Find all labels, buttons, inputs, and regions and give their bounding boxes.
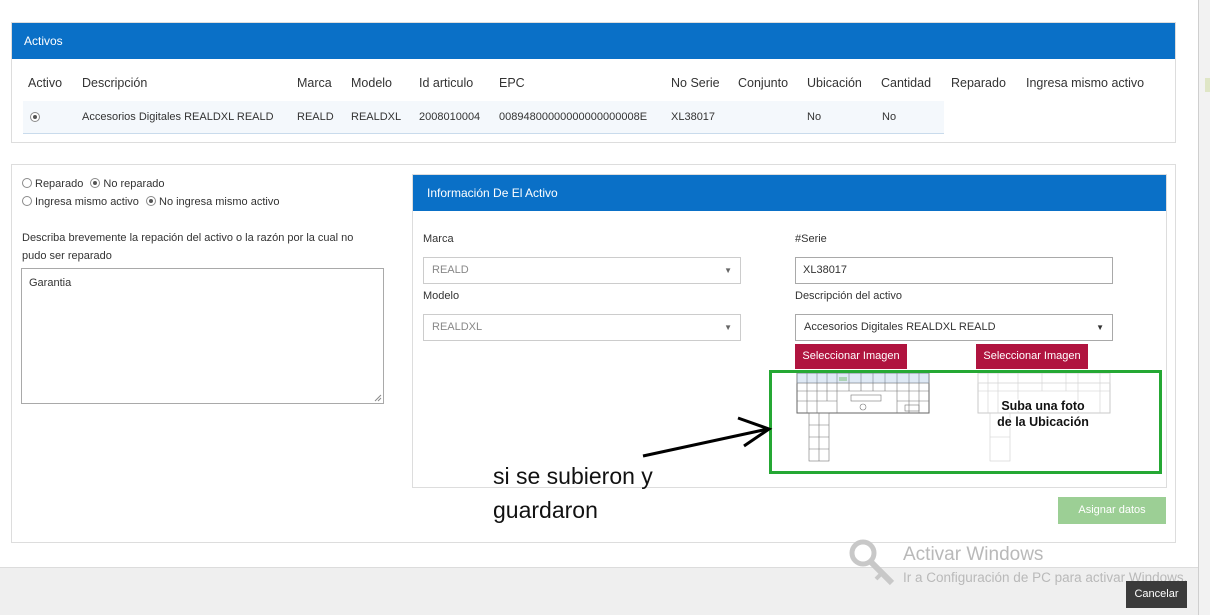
reason-textarea[interactable]: Garantia — [21, 268, 384, 404]
col-activo: Activo — [28, 76, 63, 90]
cancel-button[interactable]: Cancelar — [1126, 581, 1187, 608]
edge-marker — [1205, 78, 1210, 92]
row-select-radio[interactable] — [30, 112, 40, 124]
col-marca: Marca — [297, 76, 332, 90]
cell-cantidad: No — [882, 111, 897, 123]
reparado-label: Reparado — [35, 178, 84, 190]
chevron-down-icon: ▼ — [724, 323, 732, 332]
reason-label: Describa brevemente la repación del acti… — [22, 232, 354, 262]
annotation-highlight-box — [769, 370, 1162, 474]
col-no-serie: No Serie — [671, 76, 720, 90]
descripcion-select-value: Accesorios Digitales REALDXL REALD — [804, 321, 996, 333]
col-ubicacion: Ubicación — [807, 76, 862, 90]
window-edge — [1198, 0, 1210, 615]
no-reparado-radio[interactable] — [90, 178, 101, 188]
marca-label: Marca — [423, 233, 454, 245]
reparado-radio[interactable] — [22, 178, 32, 188]
col-descripcion: Descripción — [82, 76, 148, 90]
cell-descripcion: Accesorios Digitales REALDXL REALD — [82, 111, 274, 123]
cell-epc: 00894800000000000000008E — [499, 111, 648, 123]
annotation-line2: guardaron — [493, 497, 598, 523]
select-image-button-1[interactable]: Seleccionar Imagen — [795, 344, 907, 369]
activos-table-header: Activo Descripción Marca Modelo Id artic… — [12, 76, 1175, 92]
annotation-text: si se subieron y guardaron — [493, 459, 713, 527]
col-conjunto: Conjunto — [738, 76, 789, 90]
reason-text: Garantia — [29, 277, 72, 289]
cell-modelo: REALDXL — [351, 111, 402, 123]
modelo-select-value: REALDXL — [432, 321, 483, 333]
activos-panel-title: Activos — [12, 23, 1175, 59]
serie-label: #Serie — [795, 233, 827, 245]
no-ingresa-label: No ingresa mismo activo — [159, 196, 280, 208]
modelo-label: Modelo — [423, 290, 460, 302]
activos-panel: Activos Activo Descripción Marca Modelo … — [11, 22, 1176, 143]
asset-info-title: Información De El Activo — [413, 175, 1166, 211]
marca-select[interactable]: REALD ▼ — [423, 257, 741, 284]
serie-input[interactable]: XL38017 — [795, 257, 1113, 284]
ingresa-options: Ingresa mismo activo No ingresa mismo ac… — [22, 196, 283, 208]
select-image-button-2[interactable]: Seleccionar Imagen — [976, 344, 1088, 369]
annotation-arrow-icon — [642, 416, 773, 458]
ingresa-label: Ingresa mismo activo — [35, 196, 139, 208]
assign-data-button[interactable]: Asignar datos — [1058, 497, 1166, 524]
col-ingresa-mismo-activo: Ingresa mismo activo — [1026, 76, 1145, 90]
marca-select-value: REALD — [432, 264, 469, 276]
annotation-line1: si se subieron y — [493, 463, 653, 489]
ingresa-radio[interactable] — [22, 196, 32, 206]
col-reparado: Reparado — [951, 76, 1006, 90]
chevron-down-icon: ▼ — [1096, 323, 1104, 332]
descripcion-label: Descripción del activo — [795, 290, 902, 302]
no-reparado-label: No reparado — [103, 178, 165, 190]
cell-ubicacion: No — [807, 111, 822, 123]
col-id-articulo: Id articulo — [419, 76, 474, 90]
col-modelo: Modelo — [351, 76, 392, 90]
resize-grip-icon[interactable] — [374, 394, 382, 402]
col-cantidad: Cantidad — [881, 76, 932, 90]
table-row[interactable]: Accesorios Digitales REALDXL REALD REALD… — [23, 101, 944, 134]
modelo-select[interactable]: REALDXL ▼ — [423, 314, 741, 341]
col-epc: EPC — [499, 76, 525, 90]
key-icon — [849, 539, 895, 586]
activate-windows-title: Activar Windows — [903, 544, 1044, 565]
cell-id-articulo: 2008010004 — [419, 111, 481, 123]
repair-status-options: Reparado No reparado — [22, 178, 169, 190]
descripcion-select[interactable]: Accesorios Digitales REALDXL REALD ▼ — [795, 314, 1113, 341]
cell-marca: REALD — [297, 111, 334, 123]
no-ingresa-radio[interactable] — [146, 196, 156, 206]
cell-no-serie: XL38017 — [671, 111, 716, 123]
chevron-down-icon: ▼ — [724, 266, 732, 275]
